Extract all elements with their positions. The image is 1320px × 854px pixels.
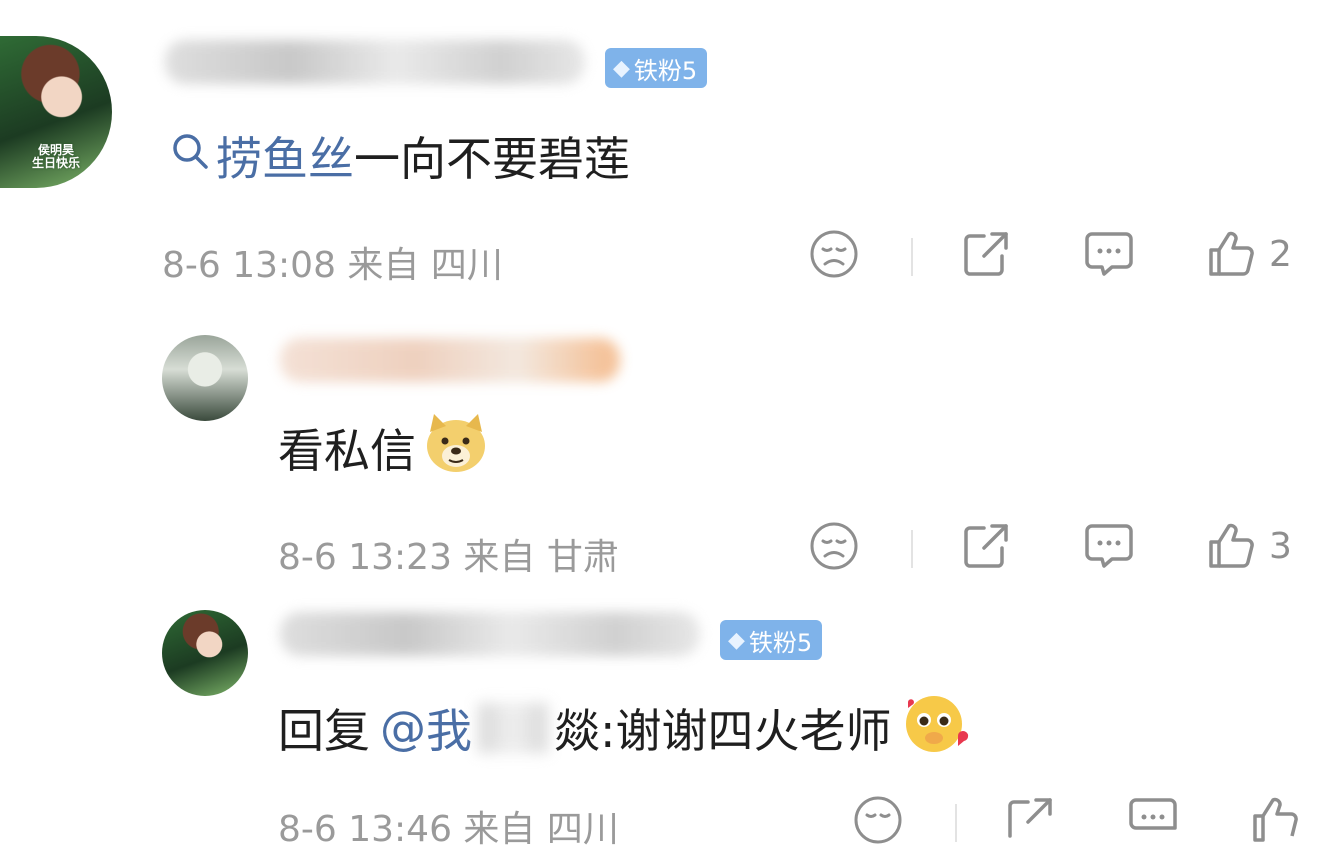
avatar-caption-2: 生日快乐 bbox=[31, 155, 80, 170]
action-bar: 2 bbox=[0, 228, 1320, 288]
avatar-caption-1: 侯明昊 bbox=[37, 142, 74, 157]
comment-bubble-icon bbox=[1085, 232, 1133, 276]
reply-prefix: 回复 bbox=[278, 704, 370, 758]
like-button[interactable]: 2 bbox=[1205, 228, 1292, 280]
username-blurred[interactable] bbox=[165, 40, 585, 84]
share-button[interactable] bbox=[960, 228, 1012, 280]
comment-button[interactable] bbox=[1082, 228, 1136, 280]
like-count: 2 bbox=[1269, 233, 1292, 275]
comment-text: 看私信 bbox=[278, 413, 488, 478]
topic-link[interactable]: 捞鱼丝 bbox=[216, 123, 354, 189]
thumbs-up-icon bbox=[1253, 797, 1298, 842]
dislike-button[interactable] bbox=[808, 228, 860, 280]
dislike-button[interactable] bbox=[852, 794, 904, 846]
comment-text: 回复 @ 我 燚 :谢谢四火老师 bbox=[278, 695, 970, 761]
divider bbox=[955, 804, 957, 842]
action-bar bbox=[0, 794, 1320, 854]
mention-at[interactable]: @ bbox=[380, 701, 426, 755]
mention-end[interactable]: 燚 bbox=[554, 695, 600, 761]
diamond-icon: ◆ bbox=[728, 627, 745, 653]
comment-button[interactable] bbox=[1126, 794, 1180, 846]
comment-body: 看私信 bbox=[278, 424, 416, 478]
divider bbox=[911, 238, 913, 276]
username-blurred[interactable] bbox=[280, 612, 700, 656]
sad-face-icon bbox=[810, 522, 858, 570]
share-button[interactable] bbox=[1004, 794, 1056, 846]
doge-emoji-icon bbox=[424, 412, 488, 485]
sad-face-icon bbox=[810, 230, 858, 278]
fan-badge-label: 铁粉5 bbox=[633, 56, 698, 85]
comment-bubble-icon bbox=[1085, 524, 1133, 568]
like-button[interactable]: 3 bbox=[1205, 520, 1292, 572]
share-icon bbox=[1008, 798, 1052, 838]
username-blurred[interactable] bbox=[280, 338, 620, 382]
mention-blurred[interactable] bbox=[478, 703, 548, 753]
search-icon bbox=[170, 131, 210, 181]
avatar[interactable] bbox=[162, 335, 248, 421]
comment-bubble-icon bbox=[1129, 798, 1177, 830]
avatar[interactable] bbox=[162, 610, 248, 696]
comment-body: :谢谢四火老师 bbox=[600, 704, 892, 758]
fan-badge-label: 铁粉5 bbox=[748, 628, 813, 657]
action-bar: 3 bbox=[0, 520, 1320, 580]
mention-start[interactable]: 我 bbox=[426, 695, 472, 761]
share-icon bbox=[964, 232, 1008, 276]
share-icon bbox=[964, 524, 1008, 568]
fan-badge[interactable]: ◆ 铁粉5 bbox=[720, 620, 823, 660]
comment-button[interactable] bbox=[1082, 520, 1136, 572]
sad-face-icon bbox=[854, 796, 902, 844]
share-button[interactable] bbox=[960, 520, 1012, 572]
divider bbox=[911, 530, 913, 568]
thumbs-up-icon bbox=[1209, 231, 1254, 276]
pleading-face-emoji-icon bbox=[900, 692, 970, 765]
comment-body: 一向不要碧莲 bbox=[354, 132, 630, 186]
avatar[interactable]: 侯明昊 生日快乐 bbox=[0, 36, 112, 188]
like-count: 3 bbox=[1269, 525, 1292, 567]
dislike-button[interactable] bbox=[808, 520, 860, 572]
thumbs-up-icon bbox=[1209, 523, 1254, 568]
like-button[interactable] bbox=[1249, 794, 1299, 846]
comment-text: 捞鱼丝 一向不要碧莲 bbox=[170, 126, 630, 186]
diamond-icon: ◆ bbox=[613, 55, 630, 81]
fan-badge[interactable]: ◆ 铁粉5 bbox=[605, 48, 708, 88]
